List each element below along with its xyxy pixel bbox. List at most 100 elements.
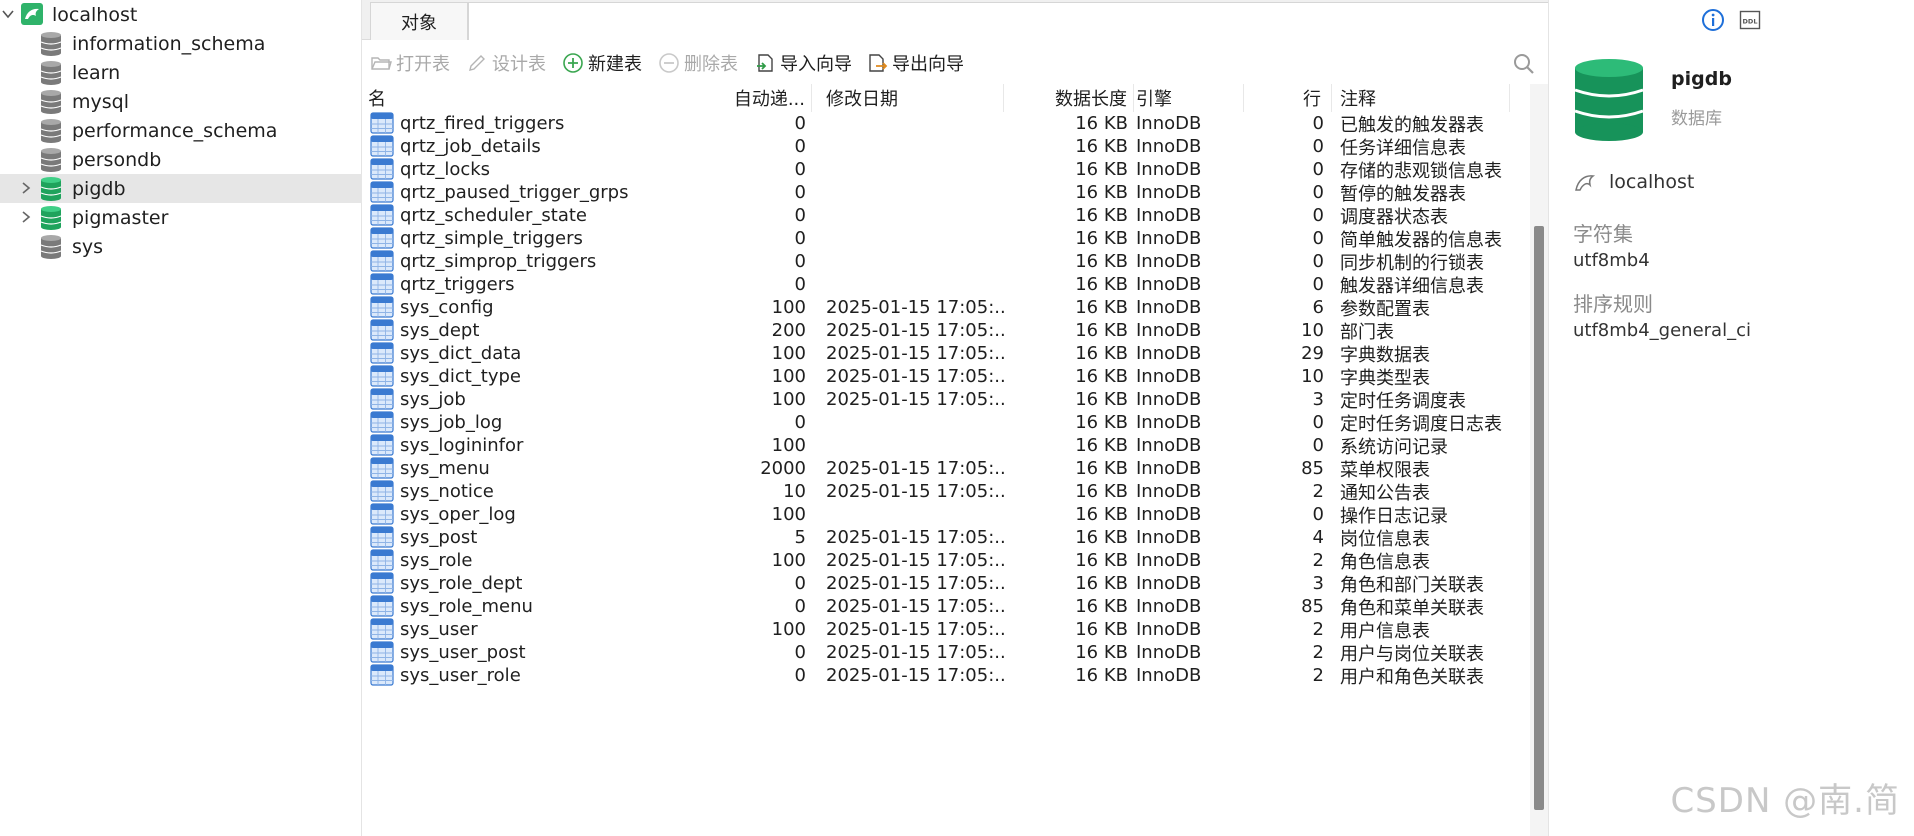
scrollbar-thumb[interactable] xyxy=(1534,226,1544,810)
table-row[interactable]: sys_role_menu 0 2025-01-15 17:05:... 16 KB I… xyxy=(362,595,1532,618)
auto-increment-value: 100 xyxy=(771,297,806,318)
col-header-auto-increment[interactable]: 自动递... xyxy=(730,84,812,112)
table-row[interactable]: qrtz_simprop_triggers 0 16 KB InnoDB 0 同步机制的行… xyxy=(362,250,1532,273)
tab-objects[interactable]: 对象 xyxy=(370,2,468,40)
tree-database-pigdb[interactable]: pigdb xyxy=(0,174,362,203)
col-header-engine[interactable]: 引擎 xyxy=(1132,84,1244,112)
delete-table-button[interactable]: 删除表 xyxy=(658,48,738,78)
col-header-comment-label: 注释 xyxy=(1340,89,1376,110)
chevron-down-icon[interactable] xyxy=(0,6,16,22)
engine-value: InnoDB xyxy=(1136,274,1202,295)
col-header-data-length[interactable]: 数据长度 xyxy=(1008,84,1134,112)
row-count: 0 xyxy=(1312,228,1324,249)
search-icon[interactable] xyxy=(1512,52,1536,76)
table-row[interactable]: qrtz_locks 0 16 KB InnoDB 0 存储的悲观锁信息表 xyxy=(362,158,1532,181)
table-comment: 任务详细信息表 xyxy=(1340,137,1466,159)
engine-value: InnoDB xyxy=(1136,205,1202,226)
auto-increment-value: 0 xyxy=(794,182,806,203)
design-table-button[interactable]: 设计表 xyxy=(466,48,546,78)
table-name: sys_role_menu xyxy=(400,596,533,617)
info-icon[interactable] xyxy=(1701,8,1725,32)
table-name: qrtz_locks xyxy=(400,159,491,180)
table-row[interactable]: sys_dict_type 100 2025-01-15 17:05:... 16 K… xyxy=(362,365,1532,388)
table-name: qrtz_job_details xyxy=(400,136,541,157)
modified-date xyxy=(820,227,1006,250)
row-count: 0 xyxy=(1312,113,1324,134)
col-header-comment[interactable]: 注释 xyxy=(1334,84,1510,112)
tree-database-learn[interactable]: learn xyxy=(0,58,362,87)
row-count: 4 xyxy=(1312,527,1324,548)
chevron-right-icon[interactable] xyxy=(18,209,34,225)
table-row[interactable]: qrtz_job_details 0 16 KB InnoDB 0 任务详细信息表 xyxy=(362,135,1532,158)
table-row[interactable]: sys_user 100 2025-01-15 17:05:... 16 KB Inno… xyxy=(362,618,1532,641)
table-row[interactable]: qrtz_simple_triggers 0 16 KB InnoDB 0 简单触发器的信… xyxy=(362,227,1532,250)
auto-increment-value: 0 xyxy=(794,251,806,272)
database-cylinder-icon xyxy=(40,118,62,144)
table-row[interactable]: sys_post 5 2025-01-15 17:05:... 16 KB InnoDB… xyxy=(362,526,1532,549)
plus-circle-icon xyxy=(562,52,584,74)
import-wizard-button[interactable]: 导入向导 xyxy=(754,48,852,78)
database-cylinder-icon xyxy=(1573,58,1645,142)
table-row[interactable]: sys_oper_log 100 16 KB InnoDB 0 操作日志记录 xyxy=(362,503,1532,526)
data-length: 16 KB xyxy=(1075,412,1128,433)
engine-value: InnoDB xyxy=(1136,136,1202,157)
data-length: 16 KB xyxy=(1075,320,1128,341)
tree-connection-row[interactable]: localhost xyxy=(0,0,362,29)
col-header-rows-label: 行 xyxy=(1303,89,1321,110)
table-row[interactable]: sys_logininfor 100 16 KB InnoDB 0 系统访问记录 xyxy=(362,434,1532,457)
table-row[interactable]: sys_dict_data 100 2025-01-15 17:05:... 16 K… xyxy=(362,342,1532,365)
table-name: qrtz_simprop_triggers xyxy=(400,251,597,272)
table-grid-icon xyxy=(370,526,394,548)
table-row[interactable]: sys_user_role 0 2025-01-15 17:05:... 16 KB I… xyxy=(362,664,1532,687)
table-row[interactable]: sys_job 100 2025-01-15 17:05:... 16 KB InnoD… xyxy=(362,388,1532,411)
table-row[interactable]: sys_role_dept 0 2025-01-15 17:05:... 16 KB I… xyxy=(362,572,1532,595)
col-header-modified[interactable]: 修改日期 xyxy=(820,84,1004,112)
table-row[interactable]: sys_notice 10 2025-01-15 17:05:... 16 KB Inn… xyxy=(362,480,1532,503)
watermark: CSDN @南.简 xyxy=(1670,781,1900,821)
tree-database-pigmaster[interactable]: pigmaster xyxy=(0,203,362,232)
table-comment: 存储的悲观锁信息表 xyxy=(1340,160,1502,182)
open-table-button[interactable]: 打开表 xyxy=(370,48,450,78)
database-cylinder-icon xyxy=(40,60,62,86)
table-row[interactable]: sys_dept 200 2025-01-15 17:05:... 16 KB Inno… xyxy=(362,319,1532,342)
tree-database-sys[interactable]: sys xyxy=(0,232,362,261)
table-row[interactable]: sys_job_log 0 16 KB InnoDB 0 定时任务调度日志表 xyxy=(362,411,1532,434)
table-row[interactable]: sys_user_post 0 2025-01-15 17:05:... 16 KB I… xyxy=(362,641,1532,664)
table-row[interactable]: qrtz_triggers 0 16 KB InnoDB 0 触发器详细信息表 xyxy=(362,273,1532,296)
table-row[interactable]: qrtz_scheduler_state 0 16 KB InnoDB 0 调度器状态表 xyxy=(362,204,1532,227)
auto-increment-value: 0 xyxy=(794,665,806,686)
modified-date: 2025-01-15 17:05:... xyxy=(826,596,1006,617)
tree-database-information_schema[interactable]: information_schema xyxy=(0,29,362,58)
table-row[interactable]: sys_config 100 2025-01-15 17:05:... 16 KB In… xyxy=(362,296,1532,319)
data-length: 16 KB xyxy=(1075,136,1128,157)
new-table-button[interactable]: 新建表 xyxy=(562,48,642,78)
chevron-right-icon[interactable] xyxy=(18,180,34,196)
export-wizard-button[interactable]: 导出向导 xyxy=(866,48,964,78)
db-kind: 数据库 xyxy=(1671,109,1722,129)
table-row[interactable]: sys_menu 2000 2025-01-15 17:05:... 16 KB Inn… xyxy=(362,457,1532,480)
table-comment: 字典数据表 xyxy=(1340,344,1430,366)
table-comment: 用户和角色关联表 xyxy=(1340,666,1484,688)
info-panel: DDL pigdb 数据库 localhost 字符集 utf8mb4 排序规则… xyxy=(1548,0,1914,836)
tree-database-label: mysql xyxy=(72,90,129,113)
ddl-icon[interactable]: DDL xyxy=(1739,9,1761,31)
row-count: 10 xyxy=(1301,366,1324,387)
col-header-rows[interactable]: 行 xyxy=(1248,84,1332,112)
table-grid-icon xyxy=(370,227,394,249)
table-row[interactable]: qrtz_fired_triggers 0 16 KB InnoDB 0 已触发的触发器表 xyxy=(362,112,1532,135)
table-row[interactable]: qrtz_paused_trigger_grps 0 16 KB InnoDB 0 暂停的… xyxy=(362,181,1532,204)
engine-value: InnoDB xyxy=(1136,458,1202,479)
col-header-name[interactable]: 名 xyxy=(368,84,728,112)
row-count: 6 xyxy=(1312,297,1324,318)
table-comment: 定时任务调度日志表 xyxy=(1340,413,1502,435)
modified-date: 2025-01-15 17:05:... xyxy=(826,389,1006,410)
data-length: 16 KB xyxy=(1075,619,1128,640)
vertical-scrollbar[interactable] xyxy=(1530,84,1548,836)
engine-value: InnoDB xyxy=(1136,159,1202,180)
table-row[interactable]: sys_role 100 2025-01-15 17:05:... 16 KB Inno… xyxy=(362,549,1532,572)
tree-database-performance_schema[interactable]: performance_schema xyxy=(0,116,362,145)
tree-database-mysql[interactable]: mysql xyxy=(0,87,362,116)
table-name: qrtz_triggers xyxy=(400,274,515,295)
table-name: sys_dept xyxy=(400,320,480,341)
tree-database-persondb[interactable]: persondb xyxy=(0,145,362,174)
